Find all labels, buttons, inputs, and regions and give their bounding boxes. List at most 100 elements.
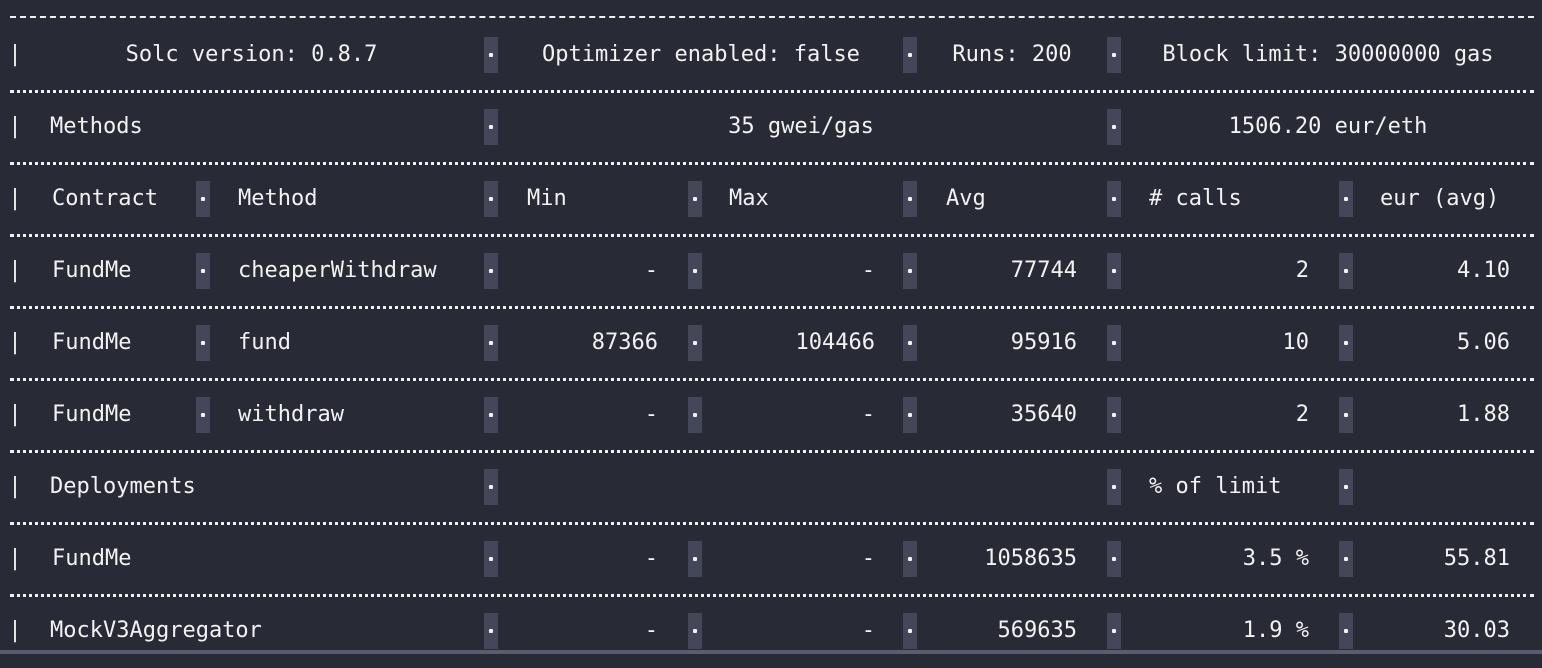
row-left-pipe: | xyxy=(8,474,22,499)
table-bottom-border xyxy=(0,650,1542,654)
table-row-method: cheaperWithdraw xyxy=(238,258,437,283)
table-row-calls: 2 xyxy=(1295,402,1309,427)
column-separator xyxy=(1339,181,1353,217)
column-separator xyxy=(484,397,498,433)
column-separator xyxy=(1107,109,1121,145)
column-separator xyxy=(1107,469,1121,505)
table-row-eur: 5.06 xyxy=(1457,330,1510,355)
column-separator xyxy=(1107,613,1121,649)
column-separator xyxy=(196,181,210,217)
column-separator xyxy=(1339,397,1353,433)
column-header-calls: # calls xyxy=(1149,186,1242,211)
row-separator xyxy=(10,522,1534,527)
methods-label: Methods xyxy=(50,114,143,139)
column-separator xyxy=(688,541,702,577)
table-row-max: 104466 xyxy=(795,330,875,355)
row-separator xyxy=(10,450,1534,455)
deployment-row-eur: 55.81 xyxy=(1443,546,1510,571)
table-row-avg: 95916 xyxy=(1010,330,1077,355)
column-separator xyxy=(484,469,498,505)
column-header-contract: Contract xyxy=(52,186,158,211)
column-separator xyxy=(1339,469,1353,505)
column-separator xyxy=(903,397,917,433)
row-left-pipe: | xyxy=(8,330,22,355)
table-row-max: - xyxy=(861,258,875,283)
column-separator xyxy=(1339,325,1353,361)
column-separator xyxy=(903,253,917,289)
table-row-avg: 77744 xyxy=(1010,258,1077,283)
table-row-min: - xyxy=(644,402,658,427)
deployments-label: Deployments xyxy=(50,474,196,499)
deployment-row-avg: 569635 xyxy=(997,618,1077,643)
table-row-method: withdraw xyxy=(238,402,344,427)
column-separator xyxy=(1107,325,1121,361)
row-left-pipe: | xyxy=(8,114,22,139)
gas-price: 35 gwei/gas xyxy=(728,114,874,139)
row-separator xyxy=(10,306,1534,311)
column-separator xyxy=(1107,181,1121,217)
row-separator xyxy=(10,90,1534,95)
table-row-calls: 10 xyxy=(1282,330,1310,355)
column-separator xyxy=(688,253,702,289)
table-row-method: fund xyxy=(238,330,291,355)
table-top-border xyxy=(10,16,1534,20)
column-separator xyxy=(196,253,210,289)
row-separator xyxy=(10,234,1534,239)
column-separator xyxy=(196,397,210,433)
table-row-contract: FundMe xyxy=(52,402,132,427)
column-header-avg: Avg xyxy=(946,186,986,211)
column-separator xyxy=(1107,397,1121,433)
deployment-row-min: - xyxy=(644,546,658,571)
table-row-max: - xyxy=(861,402,875,427)
deployment-row-eur: 30.03 xyxy=(1443,618,1510,643)
column-separator xyxy=(1339,613,1353,649)
column-separator xyxy=(484,613,498,649)
column-separator xyxy=(484,37,498,73)
column-separator xyxy=(903,37,917,73)
row-left-pipe: | xyxy=(8,258,22,283)
row-left-pipe: | xyxy=(8,618,22,643)
column-separator xyxy=(1339,541,1353,577)
row-left-pipe: | xyxy=(8,42,22,67)
column-separator xyxy=(484,181,498,217)
column-separator xyxy=(688,613,702,649)
column-separator xyxy=(688,325,702,361)
row-separator xyxy=(10,162,1534,167)
column-separator xyxy=(1107,37,1121,73)
row-left-pipe: | xyxy=(8,186,22,211)
deployment-row-max: - xyxy=(861,618,875,643)
optimizer-status: Optimizer enabled: false xyxy=(542,42,860,67)
table-row-calls: 2 xyxy=(1295,258,1309,283)
row-left-pipe: | xyxy=(8,402,22,427)
deployment-row-max: - xyxy=(861,546,875,571)
column-separator xyxy=(484,253,498,289)
column-separator xyxy=(688,397,702,433)
terminal-window: | Solc version: 0.8.7 Optimizer enabled:… xyxy=(0,0,1542,668)
column-header-method: Method xyxy=(238,186,318,211)
deployment-row-min: - xyxy=(644,618,658,643)
deployment-row-contract: MockV3Aggregator xyxy=(50,618,262,643)
column-separator xyxy=(196,325,210,361)
column-header-min: Min xyxy=(527,186,567,211)
eth-price: 1506.20 eur/eth xyxy=(1228,114,1428,139)
percent-of-limit-label: % of limit xyxy=(1149,474,1282,499)
column-separator xyxy=(688,181,702,217)
table-row-contract: FundMe xyxy=(52,330,132,355)
solc-version: Solc version: 0.8.7 xyxy=(125,42,378,67)
table-row-min: 87366 xyxy=(591,330,658,355)
column-separator xyxy=(1339,253,1353,289)
column-separator xyxy=(1107,541,1121,577)
column-separator xyxy=(484,109,498,145)
row-left-pipe: | xyxy=(8,546,22,571)
table-row-avg: 35640 xyxy=(1010,402,1077,427)
deployment-row-percent: 3.5 % xyxy=(1242,546,1309,571)
row-separator xyxy=(10,594,1534,599)
table-row-eur: 1.88 xyxy=(1457,402,1510,427)
deployment-row-contract: FundMe xyxy=(52,546,132,571)
column-separator xyxy=(903,541,917,577)
column-separator xyxy=(903,613,917,649)
table-row-contract: FundMe xyxy=(52,258,132,283)
column-header-eur-avg: eur (avg) xyxy=(1380,186,1500,211)
table-row-min: - xyxy=(644,258,658,283)
column-separator xyxy=(1107,253,1121,289)
